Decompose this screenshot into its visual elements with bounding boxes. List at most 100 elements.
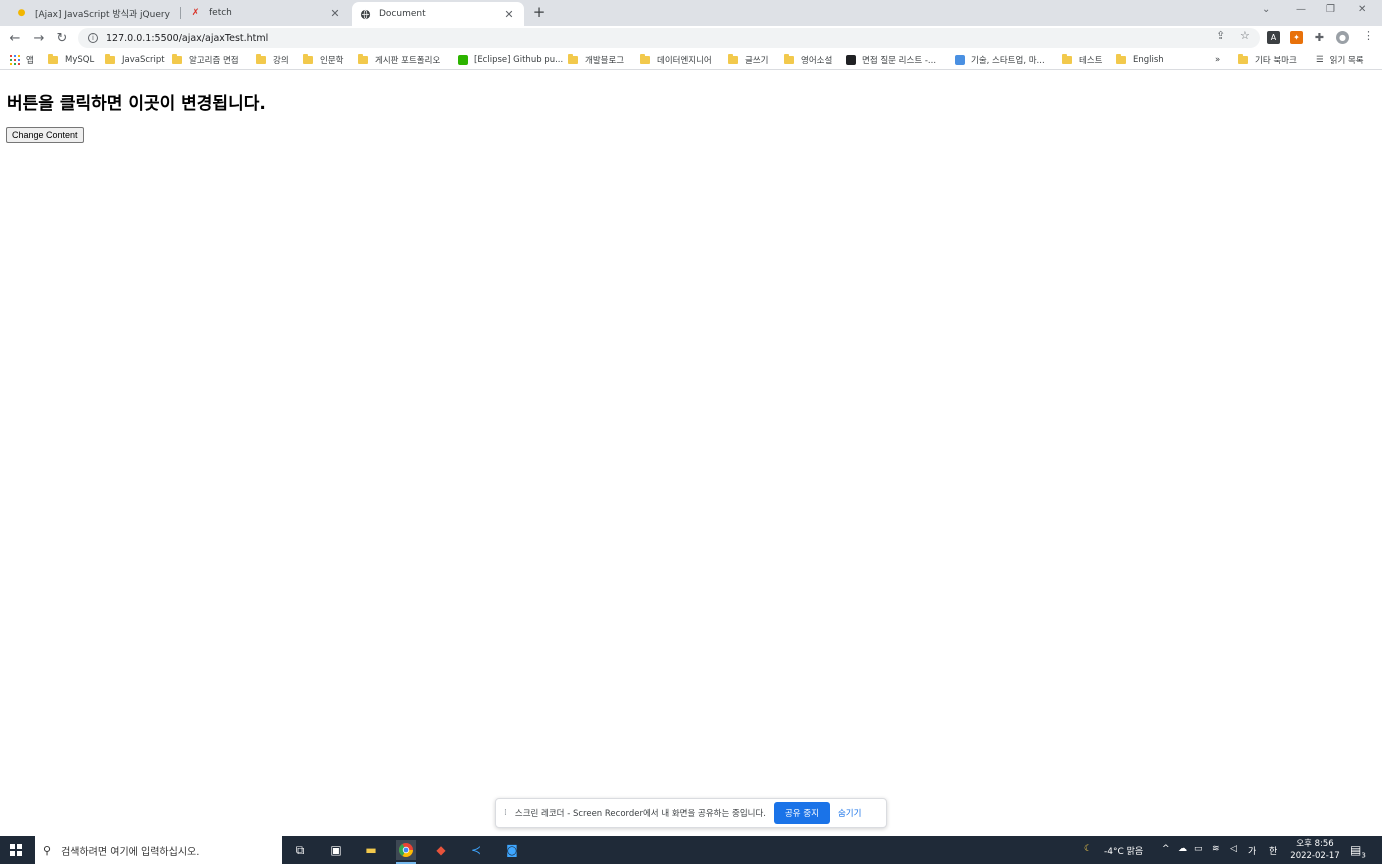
blog-icon bbox=[955, 55, 965, 65]
site-icon bbox=[846, 55, 856, 65]
bookmark-label: 게시판 포트폴리오 bbox=[375, 56, 441, 66]
chrome-icon[interactable] bbox=[396, 840, 416, 864]
change-content-button[interactable]: Change Content bbox=[6, 127, 84, 143]
recorder-app-icon[interactable]: ◆ bbox=[431, 840, 451, 860]
back-icon[interactable]: ← bbox=[6, 29, 24, 47]
apps-icon bbox=[10, 55, 20, 65]
bookmark-site[interactable]: [Eclipse] Github pu... bbox=[458, 53, 563, 67]
tab-ajax[interactable]: ● [Ajax] JavaScript 방식과 jQuery bbox=[8, 2, 178, 24]
ime-language[interactable]: 가 bbox=[1248, 844, 1256, 857]
minimize-icon[interactable]: — bbox=[1296, 4, 1306, 15]
bookmark-label: 인문학 bbox=[320, 56, 344, 66]
windows-start-icon[interactable] bbox=[10, 844, 22, 856]
restore-icon[interactable]: ❐ bbox=[1326, 4, 1335, 15]
drag-handle-icon[interactable]: ⁞ bbox=[504, 808, 507, 818]
close-window-icon[interactable]: ✕ bbox=[1358, 4, 1366, 15]
new-tab-button[interactable]: + bbox=[530, 3, 548, 21]
folder-icon bbox=[568, 54, 578, 64]
star-icon[interactable]: ☆ bbox=[1240, 29, 1250, 42]
bookmark-folder[interactable]: 게시판 포트폴리오 bbox=[358, 53, 440, 67]
folder-icon bbox=[256, 54, 266, 64]
bookmarks-overflow-button[interactable]: » bbox=[1215, 53, 1220, 67]
moon-icon: ☾ bbox=[1084, 844, 1093, 854]
clock[interactable]: 오후 8:56 2022-02-17 bbox=[1290, 838, 1340, 862]
bookmark-folder[interactable]: 글쓰기 bbox=[728, 53, 768, 67]
info-icon[interactable]: i bbox=[88, 33, 98, 43]
bookmark-label: JavaScript bbox=[122, 55, 165, 65]
volume-icon[interactable]: ◁ bbox=[1230, 844, 1237, 854]
taskbar: ⚲ 검색하려면 여기에 입력하십시오. ⧉ ▣ ▬ ◆ ≺ ◙ ☾ -4°C 맑… bbox=[0, 836, 1382, 864]
bookmark-label: 영어소설 bbox=[801, 56, 833, 66]
wifi-icon[interactable]: ≋ bbox=[1212, 844, 1220, 854]
file-explorer-icon[interactable]: ▬ bbox=[361, 840, 381, 860]
notification-icon[interactable]: ▤3 bbox=[1350, 843, 1366, 859]
media-app-icon[interactable]: ▣ bbox=[326, 840, 346, 860]
bookmark-site[interactable]: 기술, 스타트업, 마... bbox=[955, 53, 1045, 67]
reading-list[interactable]: ☰ 읽기 목록 bbox=[1316, 53, 1364, 67]
bookmark-folder[interactable]: 테스트 bbox=[1062, 53, 1102, 67]
bookmark-folder[interactable]: English bbox=[1116, 53, 1164, 67]
bookmark-folder[interactable]: 영어소설 bbox=[784, 53, 832, 67]
address-bar[interactable]: i 127.0.0.1:5500/ajax/ajaxTest.html bbox=[78, 28, 1260, 48]
taskbar-search-input[interactable]: ⚲ 검색하려면 여기에 입력하십시오. bbox=[35, 836, 282, 864]
close-icon[interactable]: ✕ bbox=[502, 7, 516, 21]
stop-sharing-button[interactable]: 공유 중지 bbox=[773, 802, 830, 824]
bookmark-folder[interactable]: 강의 bbox=[256, 53, 289, 67]
reload-icon[interactable]: ↻ bbox=[53, 29, 71, 47]
bookmark-label: 면접 질문 리스트 -... bbox=[862, 56, 937, 66]
tab-document[interactable]: Document ✕ bbox=[352, 2, 524, 26]
clock-time: 오후 8:56 bbox=[1296, 839, 1334, 849]
notification-count: 3 bbox=[1361, 851, 1366, 860]
tab-fetch[interactable]: ✗ fetch ✕ bbox=[182, 2, 350, 24]
weather-text[interactable]: -4°C 맑음 bbox=[1104, 844, 1143, 857]
battery-icon[interactable]: ▭ bbox=[1194, 844, 1203, 854]
tab-strip: ● [Ajax] JavaScript 방식과 jQuery ✗ fetch ✕… bbox=[0, 0, 1382, 26]
chevron-down-icon[interactable]: ⌄ bbox=[1262, 4, 1270, 15]
page-title: 버튼을 클릭하면 이곳이 변경됩니다. bbox=[7, 94, 266, 114]
reading-list-icon: ☰ bbox=[1316, 55, 1324, 65]
bookmark-label: 개발블로그 bbox=[585, 56, 625, 66]
avatar[interactable]: ● bbox=[1336, 31, 1349, 44]
bookmark-site[interactable]: 면접 질문 리스트 -... bbox=[846, 53, 936, 67]
bookmark-label: 강의 bbox=[273, 56, 289, 66]
bookmark-folder[interactable]: 알고리즘 면접 bbox=[172, 53, 239, 67]
bookmark-label: [Eclipse] Github pu... bbox=[474, 55, 564, 65]
globe-icon bbox=[360, 9, 371, 20]
folder-icon bbox=[105, 54, 115, 64]
task-view-icon[interactable]: ⧉ bbox=[290, 840, 310, 860]
folder-icon bbox=[728, 54, 738, 64]
close-icon[interactable]: ✕ bbox=[328, 6, 342, 20]
cloud-icon[interactable]: ☁ bbox=[1178, 844, 1187, 854]
bookmark-folder[interactable]: 개발블로그 bbox=[568, 53, 624, 67]
bookmark-folder[interactable]: 데이터엔지니어 bbox=[640, 53, 712, 67]
bookmark-folder[interactable]: 인문학 bbox=[303, 53, 343, 67]
hide-button[interactable]: 숨기기 bbox=[838, 807, 861, 819]
bookmark-label: 글쓰기 bbox=[745, 56, 769, 66]
folder-icon bbox=[358, 54, 368, 64]
bookmark-folder[interactable]: MySQL bbox=[48, 53, 94, 67]
chevron-up-icon[interactable]: ^ bbox=[1162, 844, 1170, 854]
share-icon[interactable]: ⇪ bbox=[1216, 29, 1225, 42]
bookmarks-bar: 앱 MySQL JavaScript 알고리즘 면접 강의 인문학 게시판 포트… bbox=[0, 50, 1382, 70]
bookmark-apps[interactable]: 앱 bbox=[10, 53, 34, 67]
bookmark-label: 알고리즘 면접 bbox=[189, 56, 239, 66]
forward-icon[interactable]: → bbox=[30, 29, 48, 47]
bookmark-other[interactable]: 기타 북마크 bbox=[1238, 53, 1297, 67]
ime-mode[interactable]: 한 bbox=[1269, 844, 1277, 857]
folder-icon bbox=[172, 54, 182, 64]
extension-recorder-icon[interactable]: ✦ bbox=[1290, 31, 1303, 44]
line-icon bbox=[458, 55, 468, 65]
vscode-icon[interactable]: ≺ bbox=[466, 840, 486, 860]
zoom-icon[interactable]: ◙ bbox=[502, 840, 522, 860]
extension-a-icon[interactable]: A bbox=[1267, 31, 1280, 44]
fetch-icon: ✗ bbox=[191, 8, 200, 18]
folder-icon bbox=[640, 54, 650, 64]
puzzle-icon[interactable]: ✚ bbox=[1313, 31, 1326, 44]
tab-divider bbox=[180, 7, 181, 19]
menu-icon[interactable]: ⋮ bbox=[1363, 29, 1374, 42]
tab-title: fetch bbox=[209, 8, 232, 18]
bookmark-label: English bbox=[1133, 55, 1164, 65]
folder-icon bbox=[1116, 54, 1126, 64]
bookmark-folder[interactable]: JavaScript bbox=[105, 53, 165, 67]
share-message: 스크린 레코더 - Screen Recorder에서 내 화면을 공유하는 중… bbox=[514, 809, 766, 819]
